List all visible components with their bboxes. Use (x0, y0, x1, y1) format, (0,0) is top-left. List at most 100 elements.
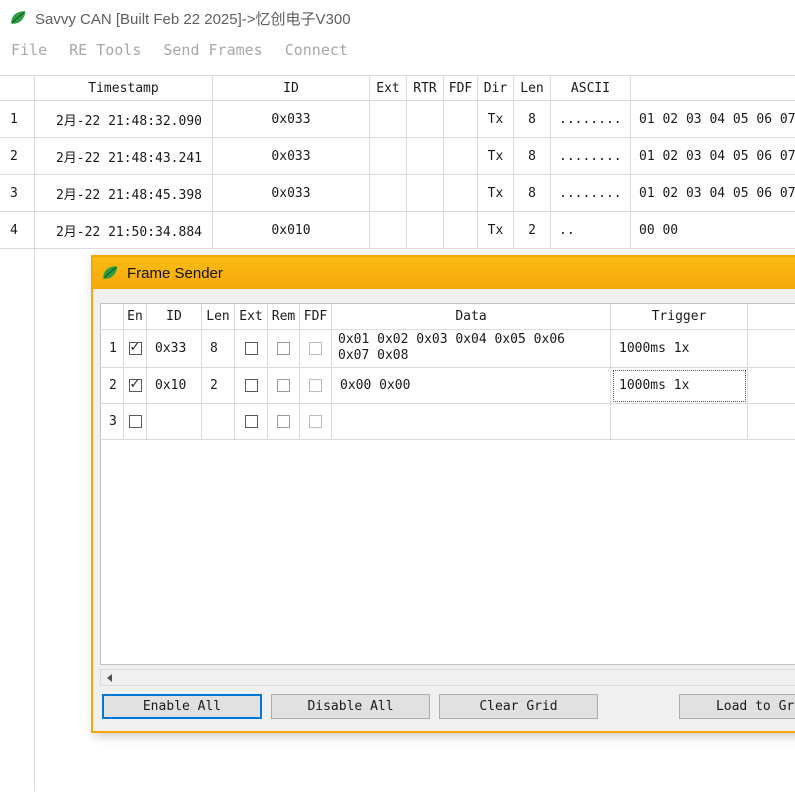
ext-cell[interactable] (370, 101, 407, 138)
ext-checkbox[interactable] (245, 415, 258, 428)
rtr-cell[interactable] (407, 101, 444, 138)
col-header-len[interactable]: Len (202, 304, 235, 330)
ext-checkbox-cell[interactable] (235, 330, 268, 368)
rem-checkbox-cell[interactable] (268, 330, 300, 368)
rtr-cell[interactable] (407, 138, 444, 175)
ascii-cell[interactable]: .. (551, 212, 631, 249)
col-header-fdf[interactable]: FDF (444, 76, 478, 101)
id-cell[interactable]: 0x010 (213, 212, 370, 249)
data-bytes-cell[interactable]: 00 00 (631, 212, 795, 249)
trigger-cell[interactable] (611, 404, 748, 440)
ext-cell[interactable] (370, 212, 407, 249)
len-cell[interactable]: 8 (514, 138, 551, 175)
scroll-left-button[interactable] (101, 670, 118, 685)
rem-checkbox[interactable] (277, 379, 290, 392)
clear-grid-button[interactable]: Clear Grid (439, 694, 598, 719)
fdf-checkbox-cell[interactable] (300, 330, 332, 368)
enable-all-button[interactable]: Enable All (102, 694, 262, 719)
menu-file[interactable]: File (0, 39, 58, 61)
dir-cell[interactable]: Tx (478, 138, 514, 175)
data-cell[interactable] (332, 404, 611, 440)
data-bytes-cell[interactable]: 01 02 03 04 05 06 07 0 (631, 138, 795, 175)
ascii-cell[interactable]: ........ (551, 138, 631, 175)
len-cell[interactable]: 2 (514, 212, 551, 249)
ascii-cell[interactable]: ........ (551, 175, 631, 212)
fdf-checkbox[interactable] (309, 342, 322, 355)
dir-cell[interactable]: Tx (478, 175, 514, 212)
en-checkbox[interactable] (129, 415, 142, 428)
trigger-cell-focused[interactable]: 1000ms 1x (611, 368, 748, 404)
fdf-checkbox-cell[interactable] (300, 368, 332, 404)
extra-cell[interactable] (748, 368, 795, 404)
menu-connect[interactable]: Connect (274, 39, 359, 61)
data-cell[interactable]: 0x00 0x00 (332, 368, 611, 404)
col-header-ascii[interactable]: ASCII (551, 76, 631, 101)
en-checkbox[interactable] (129, 379, 142, 392)
horizontal-scrollbar[interactable] (100, 669, 795, 686)
col-header-rem[interactable]: Rem (268, 304, 300, 330)
window-titlebar[interactable]: Savvy CAN [Built Feb 22 2025]->忆创电子V300 (0, 0, 795, 36)
col-header-fdf[interactable]: FDF (300, 304, 332, 330)
extra-cell[interactable] (748, 330, 795, 368)
id-cell[interactable]: 0x033 (213, 175, 370, 212)
ext-cell[interactable] (370, 138, 407, 175)
rem-checkbox[interactable] (277, 415, 290, 428)
disable-all-button[interactable]: Disable All (271, 694, 430, 719)
col-header-id[interactable]: ID (213, 76, 370, 101)
col-header-len[interactable]: Len (514, 76, 551, 101)
ext-checkbox[interactable] (245, 342, 258, 355)
col-header-trigger[interactable]: Trigger (611, 304, 748, 330)
col-header-id[interactable]: ID (147, 304, 202, 330)
data-bytes-cell[interactable]: 01 02 03 04 05 06 07 0 (631, 175, 795, 212)
ext-checkbox-cell[interactable] (235, 368, 268, 404)
timestamp-cell[interactable]: 2月-22 21:48:45.398 (35, 175, 213, 212)
dir-cell[interactable]: Tx (478, 101, 514, 138)
col-header-timestamp[interactable]: Timestamp (35, 76, 213, 101)
col-header-dir[interactable]: Dir (478, 76, 514, 101)
dir-cell[interactable]: Tx (478, 212, 514, 249)
len-cell[interactable]: 2 (202, 368, 235, 404)
rem-checkbox-cell[interactable] (268, 404, 300, 440)
fdf-checkbox[interactable] (309, 415, 322, 428)
id-cell[interactable]: 0x033 (213, 138, 370, 175)
id-cell[interactable]: 0x33 (147, 330, 202, 368)
en-checkbox-cell[interactable] (124, 330, 147, 368)
ext-checkbox-cell[interactable] (235, 404, 268, 440)
col-header-data[interactable]: Data (332, 304, 611, 330)
data-bytes-cell[interactable]: 01 02 03 04 05 06 07 0 (631, 101, 795, 138)
rem-checkbox-cell[interactable] (268, 368, 300, 404)
data-cell[interactable]: 0x01 0x02 0x03 0x04 0x05 0x06 0x07 0x08 (332, 330, 611, 368)
fdf-cell[interactable] (444, 101, 478, 138)
col-header-data[interactable] (631, 76, 795, 101)
id-cell[interactable]: 0x10 (147, 368, 202, 404)
len-cell[interactable]: 8 (202, 330, 235, 368)
fdf-cell[interactable] (444, 212, 478, 249)
menu-re-tools[interactable]: RE Tools (58, 39, 152, 61)
ext-checkbox[interactable] (245, 379, 258, 392)
trigger-cell[interactable]: 1000ms 1x (611, 330, 748, 368)
len-cell[interactable]: 8 (514, 101, 551, 138)
col-header-ext[interactable]: Ext (235, 304, 268, 330)
menu-send-frames[interactable]: Send Frames (152, 39, 273, 61)
load-to-grid-button[interactable]: Load to Gri (679, 694, 795, 719)
id-cell[interactable] (147, 404, 202, 440)
rtr-cell[interactable] (407, 212, 444, 249)
len-cell[interactable]: 8 (514, 175, 551, 212)
fdf-checkbox-cell[interactable] (300, 404, 332, 440)
frame-sender-titlebar[interactable]: Frame Sender (93, 257, 795, 289)
en-checkbox-cell[interactable] (124, 404, 147, 440)
fdf-cell[interactable] (444, 138, 478, 175)
rem-checkbox[interactable] (277, 342, 290, 355)
extra-cell[interactable] (748, 404, 795, 440)
len-cell[interactable] (202, 404, 235, 440)
en-checkbox-cell[interactable] (124, 368, 147, 404)
id-cell[interactable]: 0x033 (213, 101, 370, 138)
col-header-ext[interactable]: Ext (370, 76, 407, 101)
en-checkbox[interactable] (129, 342, 142, 355)
fdf-checkbox[interactable] (309, 379, 322, 392)
ext-cell[interactable] (370, 175, 407, 212)
timestamp-cell[interactable]: 2月-22 21:50:34.884 (35, 212, 213, 249)
rtr-cell[interactable] (407, 175, 444, 212)
col-header-en[interactable]: En (124, 304, 147, 330)
fdf-cell[interactable] (444, 175, 478, 212)
